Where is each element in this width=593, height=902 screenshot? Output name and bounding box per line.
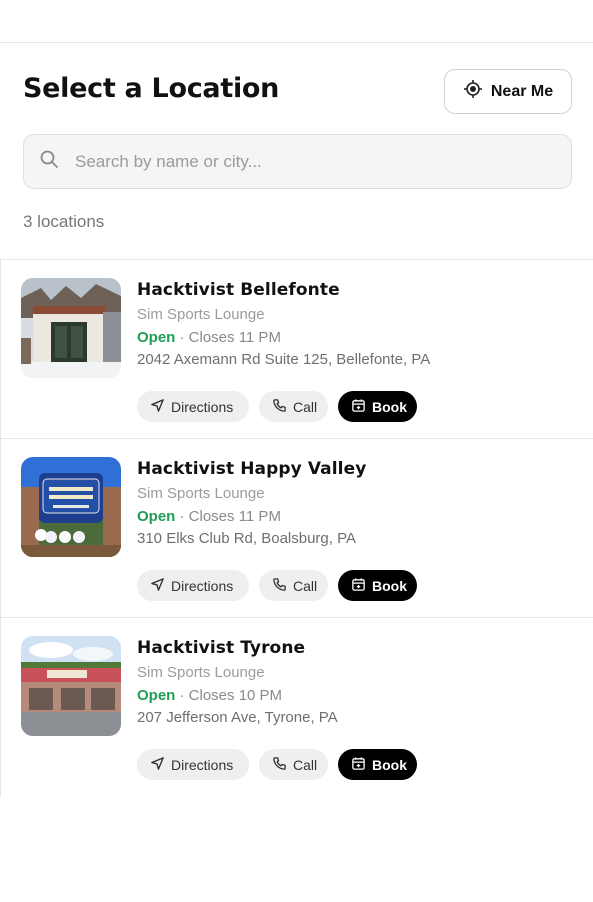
top-bar	[0, 0, 593, 43]
phone-icon	[272, 577, 287, 595]
closing-time: · Closes 11 PM	[179, 508, 281, 525]
location-actions: Directions Call Book	[137, 749, 417, 780]
location-info: Hacktivist Bellefonte Sim Sports Lounge …	[137, 280, 430, 368]
directions-button[interactable]: Directions	[137, 749, 249, 780]
near-me-label: Near Me	[490, 82, 554, 100]
location-status: Open · Closes 11 PM	[137, 329, 430, 346]
location-type: Sim Sports Lounge	[137, 664, 265, 681]
location-name: Hacktivist Happy Valley	[137, 459, 367, 479]
call-label: Call	[293, 398, 318, 415]
book-button[interactable]: Book	[338, 391, 417, 422]
navigation-arrow-icon	[150, 756, 165, 774]
calendar-icon	[351, 577, 366, 595]
location-address: 310 Elks Club Rd, Boalsburg, PA	[137, 530, 357, 547]
location-address: 2042 Axemann Rd Suite 125, Bellefonte, P…	[137, 351, 431, 368]
location-info: Hacktivist Tyrone Sim Sports Lounge Open…	[137, 638, 338, 726]
location-card[interactable]: Hacktivist Bellefonte Sim Sports Lounge …	[1, 260, 593, 439]
location-photo	[21, 278, 121, 378]
directions-label: Directions	[171, 756, 234, 773]
open-status: Open	[137, 329, 176, 346]
closing-time: · Closes 11 PM	[179, 329, 281, 346]
open-status: Open	[137, 687, 176, 704]
location-status: Open · Closes 11 PM	[137, 508, 366, 525]
call-label: Call	[293, 756, 318, 773]
phone-icon	[272, 756, 287, 774]
directions-button[interactable]: Directions	[137, 570, 249, 601]
book-button[interactable]: Book	[338, 570, 417, 601]
search-bar[interactable]	[23, 134, 572, 189]
location-photo	[21, 636, 121, 736]
search-icon	[39, 149, 59, 174]
call-button[interactable]: Call	[259, 749, 328, 780]
navigation-arrow-icon	[150, 577, 165, 595]
location-actions: Directions Call Book	[137, 570, 417, 601]
book-button[interactable]: Book	[338, 749, 417, 780]
page-title: Select a Location	[23, 73, 280, 104]
location-card[interactable]: Hacktivist Happy Valley Sim Sports Loung…	[1, 439, 593, 618]
navigation-arrow-icon	[150, 398, 165, 416]
directions-button[interactable]: Directions	[137, 391, 249, 422]
calendar-icon	[351, 756, 366, 774]
phone-icon	[272, 398, 287, 416]
location-photo	[21, 457, 121, 557]
location-address: 207 Jefferson Ave, Tyrone, PA	[137, 709, 338, 726]
directions-label: Directions	[171, 577, 234, 594]
location-type: Sim Sports Lounge	[137, 485, 265, 502]
location-name: Hacktivist Bellefonte	[137, 280, 340, 300]
location-actions: Directions Call Book	[137, 391, 417, 422]
book-label: Book	[372, 398, 407, 415]
location-name: Hacktivist Tyrone	[137, 638, 306, 658]
location-count: 3 locations	[23, 212, 105, 231]
header: Select a Location Near Me	[0, 43, 593, 139]
call-button[interactable]: Call	[259, 570, 328, 601]
directions-label: Directions	[171, 398, 234, 415]
book-label: Book	[372, 756, 407, 773]
search-input[interactable]	[75, 151, 515, 172]
open-status: Open	[137, 508, 176, 525]
call-button[interactable]: Call	[259, 391, 328, 422]
near-me-button[interactable]: Near Me	[444, 69, 572, 114]
book-label: Book	[372, 577, 407, 594]
closing-time: · Closes 10 PM	[179, 687, 283, 704]
location-type: Sim Sports Lounge	[137, 306, 265, 323]
location-status: Open · Closes 10 PM	[137, 687, 338, 704]
location-card[interactable]: Hacktivist Tyrone Sim Sports Lounge Open…	[1, 618, 593, 797]
location-list: Hacktivist Bellefonte Sim Sports Lounge …	[0, 259, 593, 797]
crosshair-icon	[463, 79, 483, 104]
call-label: Call	[293, 577, 318, 594]
location-info: Hacktivist Happy Valley Sim Sports Loung…	[137, 459, 366, 547]
calendar-icon	[351, 398, 366, 416]
